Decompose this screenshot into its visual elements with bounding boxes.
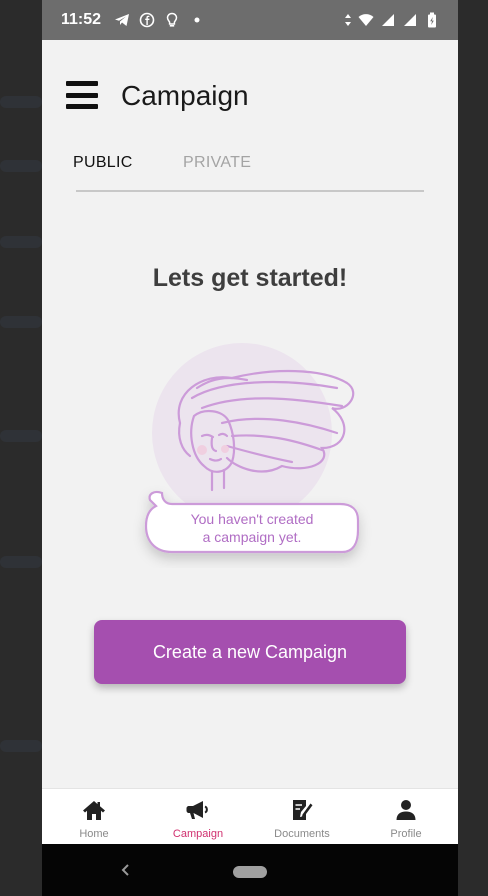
create-campaign-button[interactable]: Create a new Campaign — [94, 620, 406, 684]
nav-label-profile: Profile — [390, 828, 422, 840]
status-time: 11:52 — [61, 11, 102, 28]
background-ghost-item — [0, 430, 42, 442]
home-gesture-pill[interactable] — [233, 866, 267, 878]
background-ghost-item — [0, 160, 42, 172]
nav-label-documents: Documents — [274, 828, 330, 840]
nav-label-home: Home — [79, 828, 109, 840]
empty-message-line1: You haven't created — [191, 511, 314, 527]
empty-state-heading: Lets get started! — [152, 264, 348, 292]
nav-item-documents[interactable]: Documents — [250, 789, 354, 844]
visibility-tabs: PUBLIC PRIVATE — [73, 150, 424, 192]
wifi-icon — [358, 12, 374, 28]
empty-message-line2: a campaign yet. — [203, 529, 302, 545]
status-bar-right — [344, 12, 440, 28]
empty-state-illustration: You haven't created a campaign yet. — [144, 343, 360, 554]
back-icon[interactable] — [116, 860, 136, 880]
person-icon — [393, 797, 419, 823]
facebook-icon — [139, 12, 155, 28]
signal-icon — [380, 12, 396, 28]
home-icon — [81, 797, 107, 823]
menu-bar — [66, 92, 98, 98]
hamburger-menu-icon[interactable] — [66, 81, 98, 109]
background-app-left — [0, 0, 42, 896]
telegram-icon — [114, 12, 130, 28]
document-edit-icon — [289, 797, 315, 823]
app-header: Campaign — [42, 40, 458, 152]
nav-item-profile[interactable]: Profile — [354, 789, 458, 844]
background-app-right — [458, 0, 488, 896]
page-title: Campaign — [121, 80, 249, 111]
background-ghost-item — [0, 236, 42, 248]
nav-item-campaign[interactable]: Campaign — [146, 789, 250, 844]
lightbulb-icon — [164, 12, 180, 28]
status-bar: 11:52 — [42, 0, 458, 40]
nav-item-home[interactable]: Home — [42, 789, 146, 844]
cheek-blush — [221, 445, 229, 453]
signal-icon — [402, 12, 418, 28]
background-ghost-item — [0, 96, 42, 108]
menu-bar — [66, 104, 98, 109]
dot-icon — [189, 12, 205, 28]
cheek-blush — [197, 445, 207, 455]
menu-bar — [66, 81, 98, 86]
status-bar-left: 11:52 — [61, 11, 205, 29]
background-ghost-item — [0, 316, 42, 328]
background-ghost-item — [0, 556, 42, 568]
megaphone-icon — [185, 797, 211, 823]
nav-label-campaign: Campaign — [172, 828, 224, 840]
data-arrows-icon — [344, 12, 352, 28]
tab-private[interactable]: PRIVATE — [183, 154, 251, 172]
tab-public[interactable]: PUBLIC — [73, 154, 133, 172]
app-window: 11:52 Campaign PUBLIC PRIVATE Lets get s… — [42, 0, 458, 896]
system-navigation-bar — [42, 844, 458, 896]
battery-icon — [424, 12, 440, 28]
bottom-navigation: Home Campaign Documents Profile — [42, 788, 458, 844]
background-ghost-item — [0, 740, 42, 752]
